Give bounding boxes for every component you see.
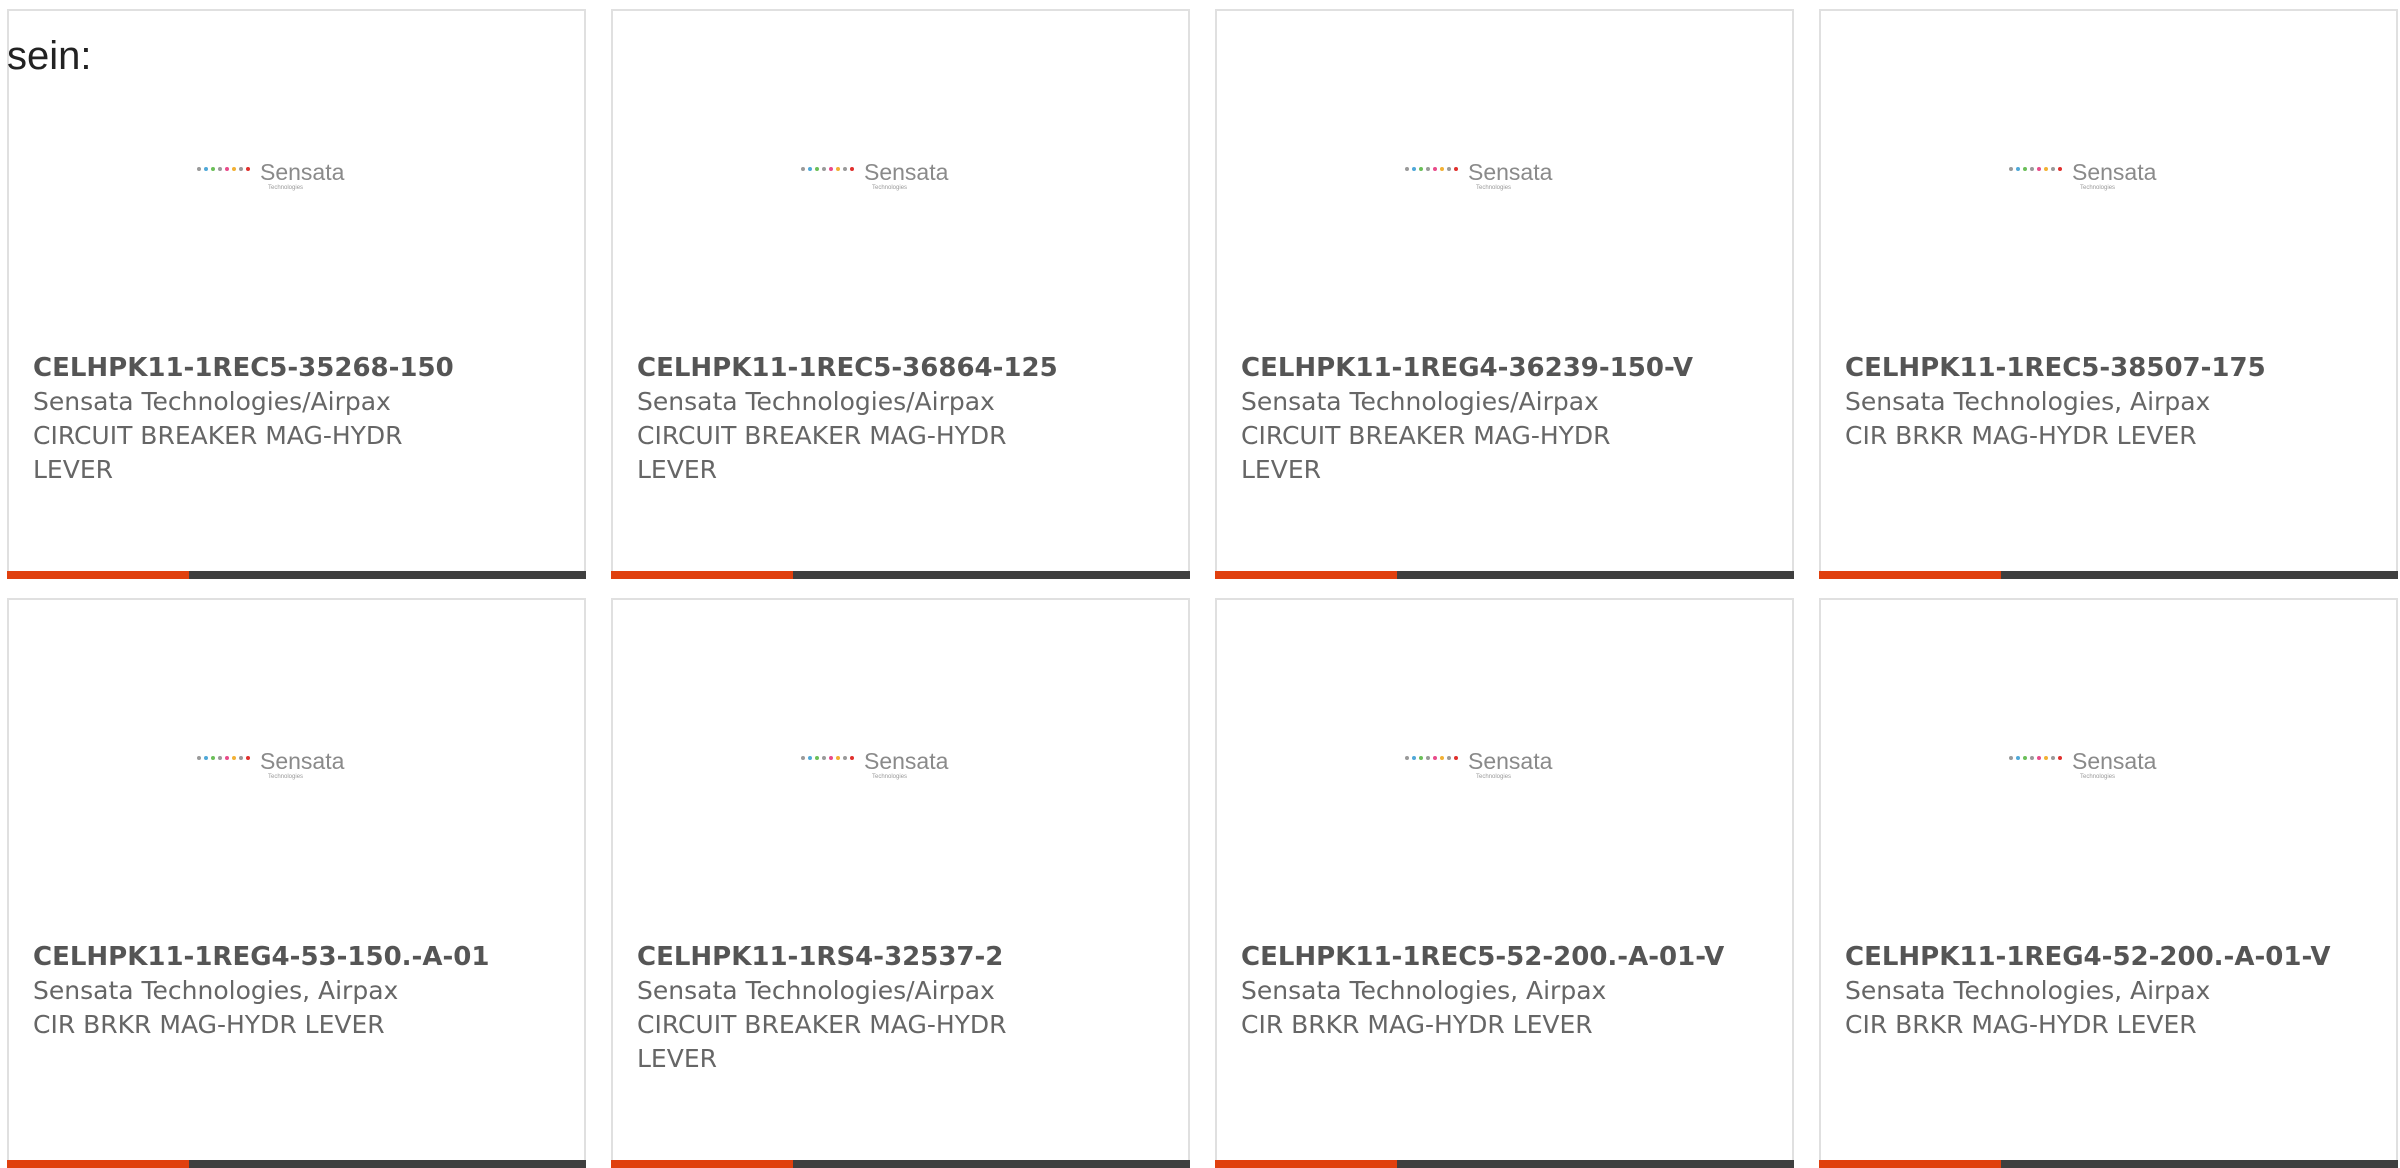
manufacturer: Sensata Technologies, Airpax xyxy=(33,976,399,1005)
logo-name: Sensata xyxy=(2072,159,2157,185)
logo-name: Sensata xyxy=(260,748,345,774)
sensata-logo: Sensata Technologies xyxy=(2009,161,2224,197)
product-card[interactable]: Sensata Technologies CELHPK11-1REG4-53-15… xyxy=(7,598,586,1168)
part-number[interactable]: CELHPK11-1REG4-53-150.-A-01 xyxy=(33,940,560,974)
product-description: CIRCUIT BREAKER MAG-HYDR LEVER xyxy=(1241,421,1611,484)
logo-dots-icon xyxy=(197,756,250,760)
intro-text: sein: xyxy=(7,34,92,78)
logo-sub: Technologies xyxy=(1476,185,1512,191)
logo-sub: Technologies xyxy=(872,774,908,780)
product-card[interactable]: Sensata Technologies CELHPK11-1REC5-35268… xyxy=(7,9,586,579)
product-description: CIR BRKR MAG-HYDR LEVER xyxy=(1845,1010,2197,1039)
product-description: CIRCUIT BREAKER MAG-HYDR LEVER xyxy=(637,1010,1007,1073)
logo-sub: Technologies xyxy=(872,185,908,191)
card-accent xyxy=(1215,571,1397,579)
manufacturer: Sensata Technologies, Airpax xyxy=(1845,387,2211,416)
product-card[interactable]: Sensata Technologies CELHPK11-1REC5-38507… xyxy=(1819,9,2398,579)
product-grid: Sensata Technologies CELHPK11-1REC5-35268… xyxy=(7,9,2400,1168)
logo-sub: Technologies xyxy=(268,774,304,780)
logo-dots-icon xyxy=(2009,756,2062,760)
product-card[interactable]: Sensata Technologies CELHPK11-1REC5-36864… xyxy=(611,9,1190,579)
logo-name: Sensata xyxy=(2072,748,2157,774)
part-number[interactable]: CELHPK11-1REG4-52-200.-A-01-V xyxy=(1845,940,2372,974)
logo-dots-icon xyxy=(1405,756,1458,760)
card-footer-bar xyxy=(1819,571,2398,579)
card-accent xyxy=(7,571,189,579)
logo-dots-icon xyxy=(2009,167,2062,171)
logo-sub: Technologies xyxy=(268,185,304,191)
part-number[interactable]: CELHPK11-1REC5-38507-175 xyxy=(1845,351,2372,385)
manufacturer: Sensata Technologies/Airpax xyxy=(1241,387,1599,416)
part-number[interactable]: CELHPK11-1REG4-36239-150-V xyxy=(1241,351,1768,385)
logo-sub: Technologies xyxy=(1476,774,1512,780)
product-description: CIRCUIT BREAKER MAG-HYDR LEVER xyxy=(637,421,1007,484)
card-footer-bar xyxy=(7,571,586,579)
manufacturer: Sensata Technologies, Airpax xyxy=(1241,976,1607,1005)
logo-dots-icon xyxy=(1405,167,1458,171)
part-number[interactable]: CELHPK11-1REC5-52-200.-A-01-V xyxy=(1241,940,1768,974)
logo-name: Sensata xyxy=(864,159,949,185)
product-description: CIR BRKR MAG-HYDR LEVER xyxy=(33,1010,385,1039)
sensata-logo: Sensata Technologies xyxy=(197,750,412,786)
part-number[interactable]: CELHPK11-1REC5-35268-150 xyxy=(33,351,560,385)
product-card[interactable]: Sensata Technologies CELHPK11-1REG4-36239… xyxy=(1215,9,1794,579)
product-card[interactable]: Sensata Technologies CELHPK11-1REC5-52-20… xyxy=(1215,598,1794,1168)
logo-sub: Technologies xyxy=(2080,774,2116,780)
sensata-logo: Sensata Technologies xyxy=(1405,750,1620,786)
card-footer-bar xyxy=(611,571,1190,579)
logo-dots-icon xyxy=(801,167,854,171)
card-accent xyxy=(611,571,793,579)
sensata-logo: Sensata Technologies xyxy=(197,161,412,197)
logo-dots-icon xyxy=(197,167,250,171)
sensata-logo: Sensata Technologies xyxy=(801,161,1016,197)
manufacturer: Sensata Technologies/Airpax xyxy=(637,976,995,1005)
sensata-logo: Sensata Technologies xyxy=(2009,750,2224,786)
manufacturer: Sensata Technologies/Airpax xyxy=(637,387,995,416)
manufacturer: Sensata Technologies, Airpax xyxy=(1845,976,2211,1005)
part-number[interactable]: CELHPK11-1REC5-36864-125 xyxy=(637,351,1164,385)
manufacturer: Sensata Technologies/Airpax xyxy=(33,387,391,416)
product-description: CIR BRKR MAG-HYDR LEVER xyxy=(1241,1010,1593,1039)
product-card[interactable]: Sensata Technologies CELHPK11-1REG4-52-20… xyxy=(1819,598,2398,1168)
card-accent xyxy=(1819,571,2001,579)
logo-name: Sensata xyxy=(1468,748,1553,774)
sensata-logo: Sensata Technologies xyxy=(801,750,1016,786)
logo-name: Sensata xyxy=(1468,159,1553,185)
product-card[interactable]: Sensata Technologies CELHPK11-1RS4-32537-… xyxy=(611,598,1190,1168)
logo-name: Sensata xyxy=(260,159,345,185)
logo-sub: Technologies xyxy=(2080,185,2116,191)
logo-dots-icon xyxy=(801,756,854,760)
part-number[interactable]: CELHPK11-1RS4-32537-2 xyxy=(637,940,1164,974)
logo-name: Sensata xyxy=(864,748,949,774)
product-description: CIR BRKR MAG-HYDR LEVER xyxy=(1845,421,2197,450)
sensata-logo: Sensata Technologies xyxy=(1405,161,1620,197)
card-footer-bar xyxy=(1215,571,1794,579)
product-description: CIRCUIT BREAKER MAG-HYDR LEVER xyxy=(33,421,403,484)
